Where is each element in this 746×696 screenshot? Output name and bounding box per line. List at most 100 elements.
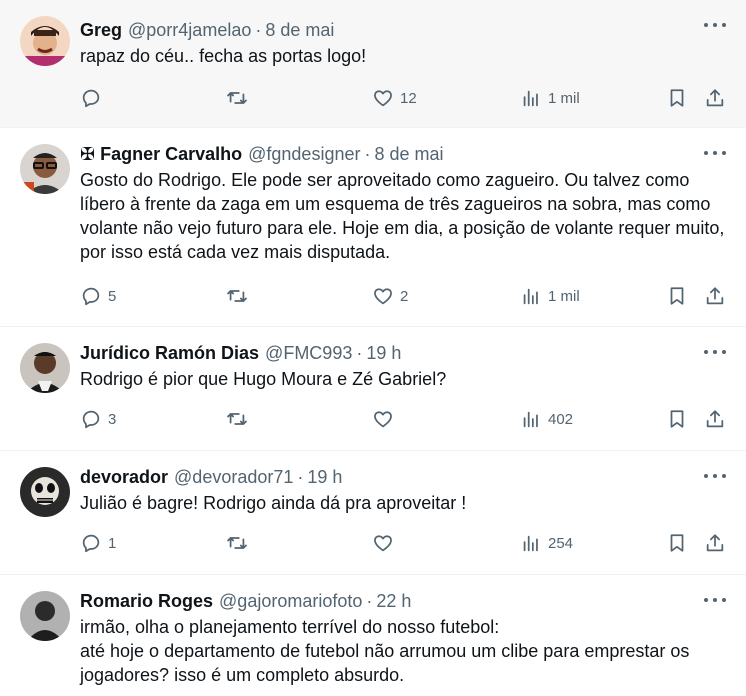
author-name[interactable]: Romario Roges — [80, 589, 213, 613]
more-dots-icon[interactable] — [704, 20, 726, 30]
author-name[interactable]: ✠ Fagner Carvalho — [80, 142, 242, 166]
share-icon — [706, 534, 724, 552]
bookmark-button[interactable] — [666, 531, 688, 555]
tweet-text: rapaz do céu.. fecha as portas logo! — [80, 46, 367, 66]
bookmark-button[interactable] — [666, 86, 688, 110]
avatar[interactable] — [20, 144, 70, 194]
more-dots-icon[interactable] — [704, 471, 726, 481]
views-chart-icon — [523, 535, 538, 552]
tweet-header: devorador @devorador71 · 19 h — [80, 465, 730, 489]
like-button[interactable]: 12 — [372, 86, 417, 110]
avatar[interactable] — [20, 16, 70, 66]
retweet-button[interactable] — [226, 531, 254, 555]
like-count: 2 — [400, 287, 409, 305]
tweet[interactable]: ✠ Fagner Carvalho @fgndesigner · 8 de ma… — [0, 128, 746, 327]
reply-icon — [82, 89, 100, 108]
bookmark-button[interactable] — [666, 284, 688, 308]
retweet-button[interactable] — [226, 86, 254, 110]
share-icon — [706, 410, 724, 428]
views-button[interactable]: 1 mil — [520, 86, 580, 110]
like-button[interactable]: 2 — [372, 284, 408, 308]
share-button[interactable] — [704, 86, 726, 110]
reply-button[interactable] — [80, 86, 108, 110]
avatar[interactable] — [20, 467, 70, 517]
share-button[interactable] — [704, 284, 726, 308]
separator-dot: · — [297, 467, 304, 487]
views-chart-icon — [523, 411, 538, 428]
tweet-text: Julião é bagre! Rodrigo ainda dá pra apr… — [80, 493, 467, 513]
retweet-icon — [227, 537, 247, 549]
tweet-text: Rodrigo é pior que Hugo Moura e Zé Gabri… — [80, 369, 447, 389]
more-dots-icon[interactable] — [704, 347, 726, 357]
reply-button[interactable]: 3 — [80, 407, 116, 431]
like-button[interactable] — [372, 407, 400, 431]
separator-dot: · — [366, 591, 373, 611]
bookmark-icon — [670, 89, 684, 107]
retweet-button[interactable] — [226, 284, 254, 308]
author-name[interactable]: Jurídico Ramón Dias — [80, 341, 259, 365]
retweet-icon — [227, 290, 247, 302]
timestamp[interactable]: 19 h — [307, 465, 342, 489]
tweet[interactable]: Romario Roges @gajoromariofoto · 22 h ir… — [0, 575, 746, 696]
timestamp[interactable]: 22 h — [376, 589, 411, 613]
reply-count: 3 — [108, 410, 117, 428]
more-dots-icon[interactable] — [704, 148, 726, 158]
views-count: 1 mil — [548, 89, 580, 107]
tweet[interactable]: Jurídico Ramón Dias @FMC993 · 19 h Rodri… — [0, 327, 746, 451]
tweet-header: Romario Roges @gajoromariofoto · 22 h — [80, 589, 730, 613]
views-button[interactable]: 402 — [520, 407, 573, 431]
views-count: 402 — [548, 410, 574, 428]
retweet-button[interactable] — [226, 407, 254, 431]
like-count: 12 — [400, 89, 417, 107]
views-button[interactable]: 254 — [520, 531, 573, 555]
author-handle[interactable]: @devorador71 — [174, 465, 293, 489]
action-bar: 1 254 — [80, 531, 730, 581]
avatar[interactable] — [20, 591, 70, 641]
more-dots-icon[interactable] — [704, 595, 726, 605]
reply-button[interactable]: 5 — [80, 284, 116, 308]
bookmark-icon — [670, 534, 684, 552]
tweet-header: ✠ Fagner Carvalho @fgndesigner · 8 de ma… — [80, 142, 730, 166]
views-chart-icon — [523, 90, 538, 107]
timestamp[interactable]: 19 h — [366, 341, 401, 365]
retweet-icon — [227, 413, 247, 425]
heart-icon — [374, 90, 392, 107]
share-button[interactable] — [704, 531, 726, 555]
action-bar: 3 402 — [80, 407, 730, 457]
heart-icon — [374, 288, 392, 305]
like-button[interactable] — [372, 531, 400, 555]
bookmark-button[interactable] — [666, 407, 688, 431]
views-button[interactable]: 1 mil — [520, 284, 580, 308]
reply-feed: Greg @porr4jamelao · 8 de mai rapaz do c… — [0, 0, 746, 696]
author-handle[interactable]: @porr4jamelao — [128, 18, 251, 42]
reply-icon — [82, 534, 100, 553]
avatar[interactable] — [20, 343, 70, 393]
tweet-header: Greg @porr4jamelao · 8 de mai — [80, 18, 730, 42]
tweet[interactable]: devorador @devorador71 · 19 h Julião é b… — [0, 451, 746, 575]
reply-icon — [82, 410, 100, 429]
author-handle[interactable]: @fgndesigner — [248, 142, 360, 166]
reply-button[interactable]: 1 — [80, 531, 116, 555]
retweet-icon — [227, 92, 247, 104]
tweet[interactable]: Greg @porr4jamelao · 8 de mai rapaz do c… — [0, 0, 746, 128]
timestamp[interactable]: 8 de mai — [265, 18, 334, 42]
views-count: 254 — [548, 534, 574, 552]
tweet-text: irmão, olha o planejamento terrível do n… — [80, 617, 690, 685]
separator-dot: · — [356, 343, 363, 363]
timestamp[interactable]: 8 de mai — [374, 142, 443, 166]
heart-icon — [374, 535, 392, 552]
separator-dot: · — [364, 144, 371, 164]
share-button[interactable] — [704, 407, 726, 431]
share-icon — [706, 89, 724, 107]
views-count: 1 mil — [548, 287, 580, 305]
author-handle[interactable]: @FMC993 — [265, 341, 352, 365]
reply-count: 5 — [108, 287, 117, 305]
author-name[interactable]: Greg — [80, 18, 122, 42]
bookmark-icon — [670, 410, 684, 428]
views-chart-icon — [523, 288, 538, 305]
heart-icon — [374, 411, 392, 428]
reply-icon — [82, 287, 100, 306]
author-handle[interactable]: @gajoromariofoto — [219, 589, 362, 613]
author-name[interactable]: devorador — [80, 465, 168, 489]
reply-count: 1 — [108, 534, 117, 552]
